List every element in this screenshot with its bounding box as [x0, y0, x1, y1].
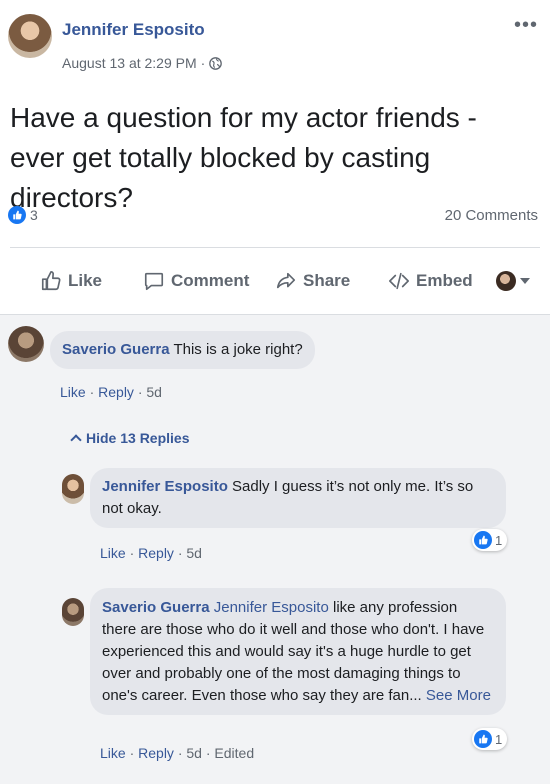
comment-actions: Like · Reply · 5d: [60, 384, 162, 400]
post-action-bar: Like Comment Share Embed: [0, 262, 550, 300]
hide-replies-link[interactable]: Hide 13 Replies: [70, 430, 190, 446]
reply-like-link[interactable]: Like: [100, 545, 126, 561]
reply-bubble: Jennifer Esposito Sadly I guess it’s not…: [90, 468, 506, 528]
comment-author[interactable]: Saverio Guerra: [62, 341, 170, 358]
reply-reaction-count: 1: [495, 731, 503, 747]
embed-button[interactable]: Embed: [388, 262, 473, 300]
share-label: Share: [303, 271, 351, 290]
reply-reply-link[interactable]: Reply: [138, 745, 174, 761]
reply-avatar[interactable]: [62, 598, 84, 626]
thumbs-up-icon: [41, 271, 61, 291]
share-button[interactable]: Share: [275, 262, 350, 300]
comment-as-selector[interactable]: [496, 262, 530, 300]
ellipsis-icon[interactable]: •••: [514, 14, 538, 37]
reply-reaction-badge[interactable]: 1: [472, 529, 508, 551]
reply-actions: Like · Reply · 5d: [100, 545, 202, 561]
reply-bubble: Saverio Guerra Jennifer Esposito like an…: [90, 588, 506, 715]
reaction-count: 3: [30, 207, 38, 223]
reply-reaction-count: 1: [495, 532, 503, 548]
comment-reply-link[interactable]: Reply: [98, 384, 134, 400]
hide-replies-label: Hide 13 Replies: [86, 430, 190, 446]
reply-time[interactable]: 5d: [186, 545, 202, 561]
post-text: Have a question for my actor friends - e…: [10, 102, 477, 213]
comment-icon: [144, 272, 164, 291]
author-avatar[interactable]: [8, 14, 52, 58]
share-icon: [276, 272, 296, 289]
reply-like-link[interactable]: Like: [100, 745, 126, 761]
reply-actions: Like · Reply · 5d · Edited: [100, 745, 255, 761]
caret-down-icon: [520, 278, 530, 284]
embed-label: Embed: [416, 271, 473, 290]
comment-label: Comment: [171, 271, 250, 290]
like-label: Like: [68, 271, 103, 290]
facebook-post: Jennifer Esposito August 13 at 2:29 PM ·…: [0, 0, 550, 784]
divider: [10, 247, 540, 248]
reply-time[interactable]: 5d: [186, 745, 202, 761]
post-author-name[interactable]: Jennifer Esposito: [62, 20, 205, 40]
like-reaction-icon: [8, 206, 26, 224]
see-more-link[interactable]: See More: [426, 687, 491, 704]
like-reaction-icon: [474, 730, 492, 748]
reply-reaction-badge[interactable]: 1: [472, 728, 508, 750]
meta-separator: ·: [200, 55, 206, 71]
reply-author[interactable]: Jennifer Esposito: [102, 478, 228, 495]
user-avatar: [496, 271, 516, 291]
reaction-summary[interactable]: 3: [8, 206, 38, 224]
comment-like-link[interactable]: Like: [60, 384, 86, 400]
reply-mention[interactable]: Jennifer Esposito: [214, 599, 329, 616]
comment-text: This is a joke right?: [173, 341, 303, 358]
reply-author[interactable]: Saverio Guerra: [102, 599, 210, 616]
like-reaction-icon: [474, 531, 492, 549]
globe-icon: [209, 56, 223, 70]
comment-time[interactable]: 5d: [146, 384, 162, 400]
chevron-up-icon: [70, 434, 82, 446]
post-meta: August 13 at 2:29 PM ·: [62, 55, 223, 71]
comment-button[interactable]: Comment: [143, 262, 249, 300]
commenter-avatar[interactable]: [8, 326, 44, 362]
reply-reply-link[interactable]: Reply: [138, 545, 174, 561]
post-timestamp[interactable]: August 13 at 2:29 PM: [62, 55, 197, 71]
comments-count-link[interactable]: 20 Comments: [445, 207, 538, 224]
comment-bubble: Saverio Guerra This is a joke right?: [50, 331, 315, 369]
reply-avatar[interactable]: [62, 474, 84, 504]
reply-edited[interactable]: Edited: [214, 745, 254, 761]
code-icon: [389, 272, 409, 290]
like-button[interactable]: Like: [40, 262, 102, 300]
